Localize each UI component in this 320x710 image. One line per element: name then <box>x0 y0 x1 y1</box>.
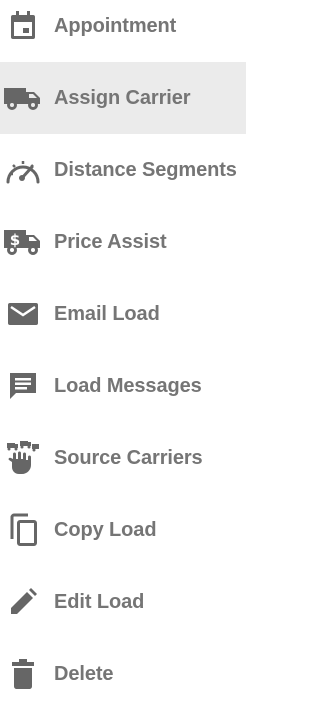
menu-item-edit-load[interactable]: Edit Load <box>0 566 246 638</box>
menu-item-label: Price Assist <box>54 231 167 253</box>
calendar-icon <box>3 6 43 46</box>
menu-item-email-load[interactable]: Email Load <box>0 278 246 350</box>
menu-item-label: Appointment <box>54 15 177 37</box>
menu-item-assign-carrier[interactable]: Assign Carrier <box>0 62 246 134</box>
menu-item-label: Email Load <box>54 303 160 325</box>
copy-icon <box>3 510 43 550</box>
action-menu: Appointment Assign Carrier Distance Segm… <box>0 0 246 696</box>
menu-item-load-messages[interactable]: Load Messages <box>0 350 246 422</box>
message-icon <box>3 366 43 406</box>
menu-item-source-carriers[interactable]: Source Carriers <box>0 422 246 494</box>
menu-item-label: Copy Load <box>54 519 157 541</box>
hand-trucks-icon <box>3 438 43 478</box>
svg-text:$: $ <box>10 231 20 249</box>
menu-item-label: Source Carriers <box>54 447 203 469</box>
menu-item-label: Assign Carrier <box>54 87 191 109</box>
menu-item-label: Delete <box>54 663 114 685</box>
menu-item-label: Edit Load <box>54 591 145 613</box>
envelope-icon <box>3 294 43 334</box>
dollar-truck-icon: $ <box>3 222 43 262</box>
menu-item-price-assist[interactable]: $ Price Assist <box>0 206 246 278</box>
menu-item-delete[interactable]: Delete <box>0 638 246 710</box>
menu-item-copy-load[interactable]: Copy Load <box>0 494 246 566</box>
speedometer-icon <box>3 150 43 190</box>
menu-item-label: Distance Segments <box>54 159 237 181</box>
menu-item-label: Load Messages <box>54 375 202 397</box>
trash-icon <box>3 654 43 694</box>
menu-item-distance-segments[interactable]: Distance Segments <box>0 134 246 206</box>
menu-item-appointment[interactable]: Appointment <box>0 0 246 62</box>
pencil-icon <box>3 582 43 622</box>
truck-icon <box>3 78 43 118</box>
